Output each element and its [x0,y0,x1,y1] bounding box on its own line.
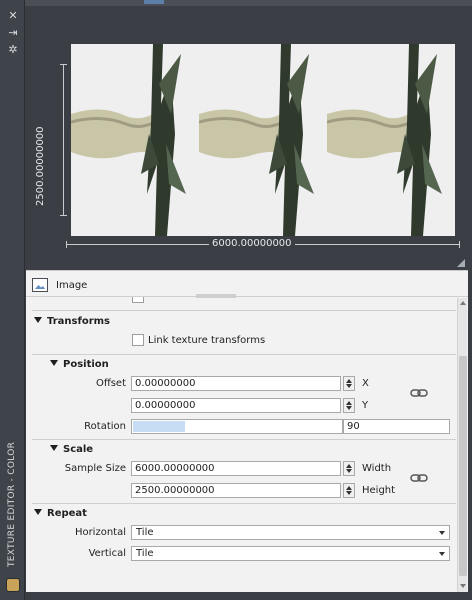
partial-checkbox[interactable] [132,297,144,303]
width-dimension-label: 6000.00000000 [209,238,295,249]
image-icon[interactable] [32,278,48,292]
expand-triangle-icon [50,360,58,366]
palette-side-strip: ✕ ⇥ ✲ TEXTURE EDITOR - COLOR [0,0,25,600]
sample-width-spinner[interactable] [343,461,355,476]
sample-size-label: Sample Size [64,463,126,474]
close-icon[interactable]: ✕ [7,10,19,22]
bottom-edge [26,592,472,600]
height-label: Height [362,485,396,496]
rotation-label: Rotation [84,421,126,432]
scale-section[interactable]: Scale [50,444,93,455]
link-icon[interactable] [410,388,428,398]
repeat-section[interactable]: Repeat [34,508,87,519]
offset-y-spinner[interactable] [343,398,355,413]
offset-x-input[interactable]: 0.00000000 [131,376,341,391]
scroll-down-icon[interactable] [460,584,466,588]
top-tab-accent [144,0,164,4]
vertical-label: Vertical [88,548,126,559]
sample-width-input[interactable]: 6000.00000000 [131,461,341,476]
divider [32,439,456,440]
link-icon[interactable] [410,473,428,483]
offset-y-input[interactable]: 0.00000000 [131,398,341,413]
expand-triangle-icon [34,317,42,323]
sample-height-spinner[interactable] [343,483,355,498]
partial-label [196,294,236,298]
height-dimension-line [63,64,64,216]
y-label: Y [362,400,369,411]
chevron-down-icon [439,552,445,556]
dimension-tick [66,241,67,248]
divider [32,354,456,355]
rotation-slider-fill [133,421,185,432]
chevron-down-icon [439,531,445,535]
texture-tile [71,44,186,236]
transforms-section[interactable]: Transforms [34,316,110,327]
scroll-up-icon[interactable] [460,301,466,305]
vertical-repeat-select[interactable]: Tile [131,546,450,561]
dimension-tick [60,64,67,65]
divider [32,503,456,504]
image-header: Image [26,271,468,297]
texture-preview-image [71,44,455,236]
offset-label: Offset [95,378,126,389]
texture-icon[interactable] [6,578,20,592]
collapse-icon[interactable]: ⇥ [7,27,19,39]
dimension-tick [60,215,67,216]
horizontal-label: Horizontal [74,527,126,538]
texture-editor-window: ✕ ⇥ ✲ TEXTURE EDITOR - COLOR 2500.000000… [0,0,472,600]
rotation-slider[interactable] [131,419,343,434]
position-section[interactable]: Position [50,359,109,370]
properties-scrollbar[interactable] [457,298,467,592]
sample-height-input[interactable]: 2500.00000000 [131,483,341,498]
expand-triangle-icon [34,509,42,515]
scrollbar-thumb[interactable] [459,356,467,576]
texture-preview: 2500.00000000 6000.00000000 [26,6,468,270]
properties-panel: Image Transforms Link texture transforms… [26,270,468,592]
resize-grip-icon[interactable] [457,259,465,267]
link-transforms-label: Link texture transforms [148,335,266,346]
expand-triangle-icon [50,445,58,451]
texture-tile [199,44,314,236]
offset-x-spinner[interactable] [343,376,355,391]
dimension-tick [459,241,460,248]
image-label: Image [56,280,88,291]
height-dimension-label: 2500.00000000 [35,126,46,206]
horizontal-repeat-select[interactable]: Tile [131,525,450,540]
settings-icon[interactable]: ✲ [7,44,19,56]
palette-title: TEXTURE EDITOR - COLOR [7,441,17,567]
rotation-input[interactable]: 90 [343,419,450,434]
texture-tile [327,44,442,236]
x-label: X [362,378,369,389]
divider [32,310,456,311]
link-transforms-checkbox[interactable] [132,334,144,346]
width-label: Width [362,463,392,474]
